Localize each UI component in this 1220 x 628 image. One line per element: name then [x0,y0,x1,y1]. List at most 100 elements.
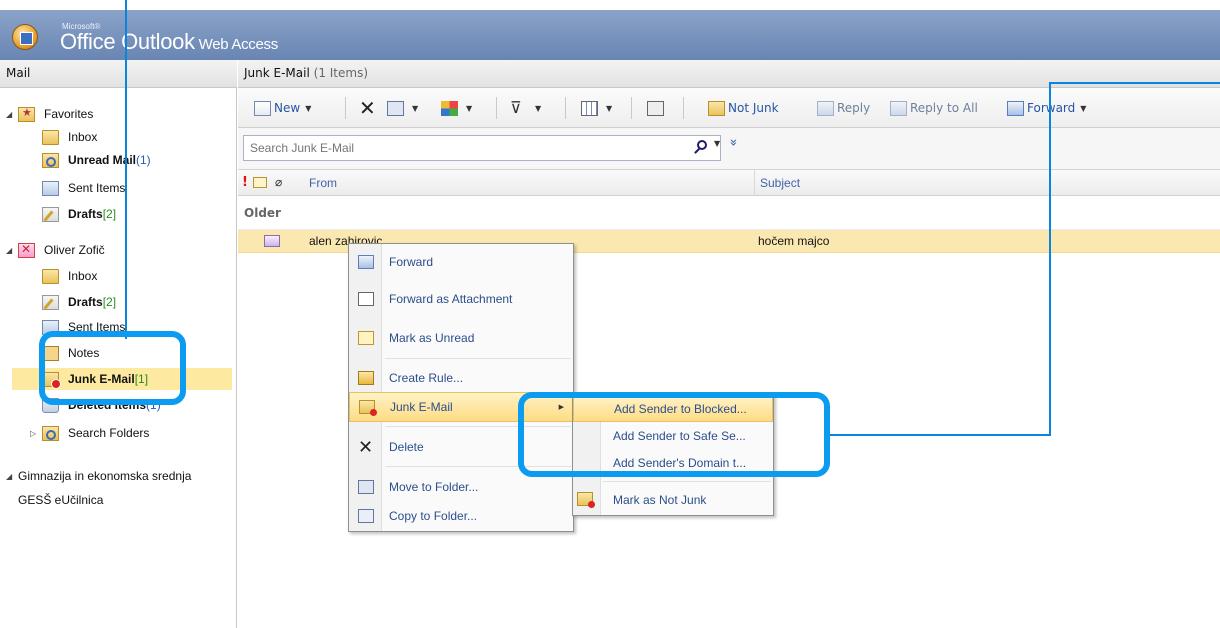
annotation-line [125,0,127,339]
chevron-down-icon[interactable]: ▼ [714,139,720,148]
annotation-line [1049,82,1220,84]
annotation-box-submenu [518,392,830,477]
menu-item-forward-attachment[interactable]: Forward as Attachment [349,284,573,314]
new-button[interactable]: New ▼ [254,99,311,117]
nav-fav-inbox[interactable]: Inbox [42,126,97,148]
search-folder-icon [42,425,59,441]
office-logo-icon [12,24,38,50]
menu-item-create-rule[interactable]: Create Rule... [349,363,573,393]
toolbar-divider [631,97,632,119]
context-menu: Forward Forward as Attachment Mark as Un… [348,243,574,532]
expand-triangle-icon[interactable]: ▷ [30,429,42,438]
move-folder-icon [357,480,374,494]
menu-separator [385,358,571,359]
nav-eucilnica[interactable]: GESŠ eUčilnica [18,489,103,511]
copy-folder-icon [357,509,374,523]
junk-icon [358,400,377,416]
annotation-line [830,434,1051,436]
chevron-down-icon[interactable]: ▼ [305,104,311,113]
forward-icon [1007,100,1024,116]
new-message-icon [254,100,271,116]
group-header-older[interactable]: Older [238,196,1220,230]
reply-button[interactable]: Reply [817,99,870,117]
filter-icon: ⊽ [510,97,522,117]
delete-icon: ✕ [359,95,376,120]
menu-item-not-junk[interactable]: Mark as Not Junk [573,487,773,513]
forward-icon [357,255,374,269]
reply-icon [817,100,834,116]
chevron-down-icon[interactable]: ▼ [535,104,541,113]
nav-fav-sent[interactable]: Sent Items [42,177,125,199]
brand-title: Office Outlook Web Access [60,29,278,54]
chevron-down-icon[interactable]: ▼ [1080,104,1086,113]
delete-button[interactable]: ✕ [359,95,379,120]
not-junk-icon [708,100,725,116]
toolbar-divider [345,97,346,119]
column-from[interactable]: From [309,176,337,190]
annotation-line [1049,82,1051,436]
drafts-icon [42,206,59,222]
nav-inbox[interactable]: Inbox [42,265,97,287]
envelope-icon [357,331,374,345]
reply-all-button[interactable]: Reply to All [890,99,978,117]
print-icon [647,100,664,116]
nav-mailbox[interactable]: ◢ Oliver Zofič [6,239,105,261]
forward-button[interactable]: Forward ▼ [1007,99,1086,117]
nav-drafts[interactable]: Drafts [2] [42,291,116,313]
categories-icon [441,100,458,116]
toolbar: New ▼ ✕ ▼ ▼ ⊽ ▼ ▼ Not Junk Reply Reply to … [238,88,1220,128]
move-button[interactable]: ▼ [387,99,418,117]
column-divider[interactable] [754,170,755,196]
message-type-icon[interactable] [253,177,267,188]
toolbar-divider [565,97,566,119]
chevron-down-icon[interactable]: ▼ [466,104,472,113]
importance-icon[interactable]: ! [242,175,248,190]
collapse-triangle-icon[interactable]: ◢ [6,472,18,481]
search-icon[interactable] [697,140,707,150]
attachment-icon [357,292,374,306]
not-junk-icon [577,492,595,508]
message-subject: hočem majco [758,234,830,248]
nav-title: Mail [0,60,237,88]
nav-fav-unread[interactable]: Unread Mail (1) [42,149,151,171]
favorites-icon [18,106,35,122]
nav-favorites[interactable]: ◢ Favorites [6,103,93,125]
mailbox-icon [18,242,35,258]
app-header: Microsoft® Office Outlook Web Access [0,10,1220,60]
nav-fav-drafts[interactable]: Drafts [2] [42,203,116,225]
drafts-icon [42,294,59,310]
menu-separator [603,481,771,482]
annotation-box-junk-folder [39,331,186,405]
chevron-down-icon[interactable]: ▼ [412,104,418,113]
delete-icon: ✕ [357,437,374,457]
menu-item-copy-folder[interactable]: Copy to Folder... [349,501,573,531]
sent-items-icon [42,180,59,196]
chevron-down-icon[interactable]: ▼ [606,104,612,113]
item-count: (1 Items) [313,66,369,80]
nav-search-folders[interactable]: ▷ Search Folders [30,422,149,444]
expand-search-icon[interactable]: » [725,139,740,147]
print-button[interactable] [647,99,667,117]
folder-title: Junk E-Mail [244,66,310,80]
filter-button[interactable]: ⊽ ▼ [510,99,541,117]
search-bar: ▼ » [238,128,1220,170]
not-junk-button[interactable]: Not Junk [708,99,779,117]
inbox-folder-icon [42,268,59,284]
inbox-folder-icon [42,129,59,145]
menu-item-forward[interactable]: Forward [349,247,573,277]
view-button[interactable]: ▼ [581,99,612,117]
search-input[interactable] [243,135,721,161]
attachment-icon[interactable]: ⌀ [275,175,282,189]
collapse-triangle-icon[interactable]: ◢ [6,110,18,119]
move-icon [387,100,404,116]
toolbar-divider [496,97,497,119]
collapse-triangle-icon[interactable]: ◢ [6,246,18,255]
column-subject[interactable]: Subject [760,176,800,190]
search-folder-icon [42,152,59,168]
menu-item-mark-unread[interactable]: Mark as Unread [349,323,573,353]
junk-message-icon [264,235,280,247]
message-list-header: ! ⌀ From Subject [238,170,1220,196]
toolbar-divider [683,97,684,119]
categories-button[interactable]: ▼ [441,99,472,117]
nav-shared-mailbox[interactable]: ◢ Gimnazija in ekonomska srednja [6,465,191,487]
